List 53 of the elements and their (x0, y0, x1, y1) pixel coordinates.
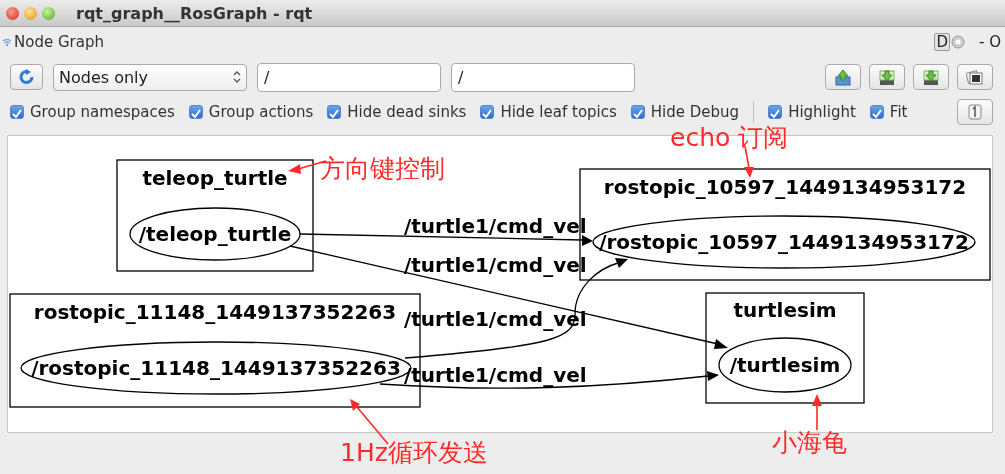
download-icon (878, 68, 896, 86)
checkbox[interactable] (10, 105, 24, 119)
signal-icon (2, 37, 12, 47)
annotation-arrow (350, 399, 389, 445)
upload-icon (834, 68, 852, 86)
group-title: rostopic_11148_1449137352263 (33, 300, 397, 324)
checkbox[interactable] (768, 105, 783, 119)
refresh-button[interactable] (10, 64, 43, 90)
panel-title: Node Graph (14, 33, 104, 51)
checkbox[interactable] (869, 105, 884, 119)
save-image-button[interactable] (957, 64, 993, 90)
node-filter-field[interactable]: / (257, 62, 441, 92)
node-label: /teleop_turtle (138, 222, 292, 246)
window-title: rqt_graph__RosGraph - rqt (76, 3, 313, 23)
window-control-button[interactable] (6, 6, 19, 20)
picture-icon (966, 68, 984, 86)
group-title: teleop_turtle (142, 166, 288, 190)
checkbox-label: Hide dead sinks (347, 103, 467, 121)
topic-filter-field[interactable]: / (451, 62, 635, 92)
group-title: rostopic_10597_1449134953172 (603, 175, 967, 199)
annotation-arrow (812, 394, 822, 431)
download-icon (922, 68, 940, 86)
group-title: turtlesim (733, 298, 837, 322)
dock-button[interactable]: D (934, 33, 950, 51)
settings-icon (951, 35, 965, 49)
updown-icon (233, 71, 241, 83)
checkbox-label: Group namespaces (30, 103, 175, 121)
node-ellipse[interactable] (129, 207, 301, 261)
node-label: /rostopic_11148_1449137352263 (31, 356, 401, 380)
node-ellipse[interactable] (592, 215, 976, 269)
refresh-icon (18, 69, 35, 85)
checkbox[interactable] (630, 105, 645, 119)
checkbox-label: Fit (889, 103, 908, 121)
checkbox-label: Hide leaf topics (500, 103, 617, 121)
fit-icon (968, 104, 982, 120)
checkbox[interactable] (188, 105, 203, 119)
close-button[interactable]: - O (979, 33, 1001, 51)
dropdown-value: Nodes only (59, 67, 149, 87)
checkbox[interactable] (480, 105, 495, 119)
checkbox-label: Group actions (208, 103, 314, 121)
annotation-text: 1Hz循环发送 (340, 440, 488, 465)
checkbox-label: Hide Debug (650, 103, 740, 121)
mode-dropdown[interactable]: Nodes only (53, 63, 247, 91)
fit-button[interactable] (957, 99, 993, 125)
checkbox[interactable] (327, 105, 342, 119)
annotation-text: 小海龟 (772, 430, 847, 455)
load-button[interactable] (825, 64, 861, 90)
node-label: /rostopic_10597_1449134953172 (599, 230, 969, 254)
node-label: /turtlesim (729, 353, 841, 377)
node-ellipse[interactable] (718, 337, 852, 393)
checkbox-label: Highlight (788, 103, 856, 121)
annotation-text: 方向键控制 (320, 156, 445, 181)
annotation-text: echo 订阅 (670, 125, 789, 150)
